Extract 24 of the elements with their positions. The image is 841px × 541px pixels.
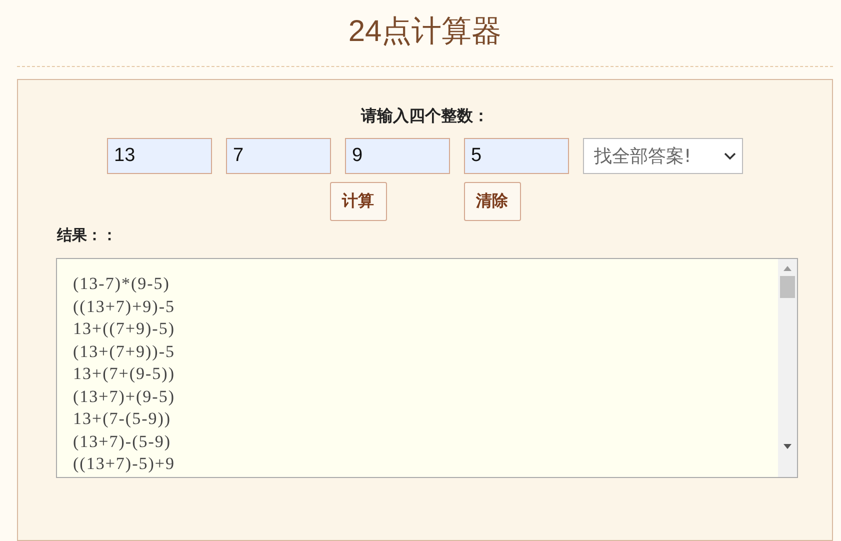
action-button[interactable]: 清除	[464, 182, 520, 221]
result-line: 13+(7-(5-9))	[73, 408, 172, 430]
page-title: 24点计算器	[347, 14, 503, 50]
scrollbar[interactable]	[778, 259, 797, 477]
result-line: (13-7)*(9-5)	[73, 273, 171, 295]
result-line: ((13+7)-5)+9	[73, 453, 176, 475]
result-line: (13+7)+(9-5)	[73, 386, 176, 408]
result-line: 13+(7+(9-5))	[73, 363, 176, 385]
result-line: (13+(7+9))-5	[73, 340, 176, 362]
scroll-up-icon[interactable]	[783, 265, 792, 273]
mode-select[interactable]: 找全部答案!	[583, 138, 743, 174]
chevron-icon	[724, 152, 736, 160]
result-line: 13+((7+9)-5)	[73, 318, 176, 340]
input-prompt: 请输入四个整数：	[361, 106, 489, 127]
result-label: 结果：：	[57, 226, 117, 245]
number-field[interactable]: 5	[464, 138, 569, 174]
action-button[interactable]: 计算	[330, 182, 386, 221]
number-field[interactable]: 7	[226, 138, 331, 174]
number-field[interactable]: 9	[345, 138, 450, 174]
result-line: (13+7)-(5-9)	[73, 430, 172, 452]
result-line: ((13+7)+9)-5	[73, 296, 176, 318]
number-field[interactable]: 13	[107, 138, 212, 174]
scroll-down-icon[interactable]	[783, 442, 792, 450]
scroll-thumb[interactable]	[780, 276, 795, 298]
